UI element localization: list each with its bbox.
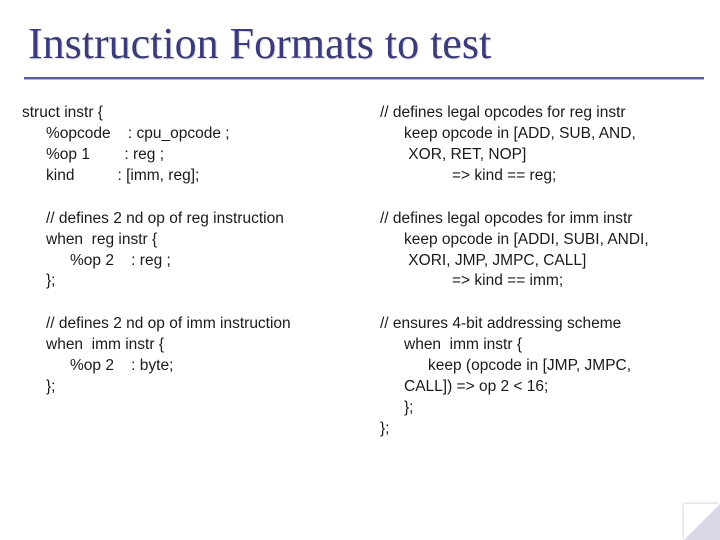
- left-column: struct instr { %opcode : cpu_opcode ; %o…: [22, 103, 340, 462]
- code-line: // defines 2 nd op of imm instruction: [22, 314, 340, 335]
- code-line: CALL]) => op 2 < 16;: [380, 377, 698, 398]
- code-line: %opcode : cpu_opcode ;: [22, 124, 340, 145]
- code-line: when imm instr {: [380, 335, 698, 356]
- slide-title: Instruction Formats to test: [0, 0, 720, 77]
- content-area: struct instr { %opcode : cpu_opcode ; %o…: [0, 79, 720, 462]
- code-line: => kind == imm;: [380, 271, 698, 292]
- code-line: keep opcode in [ADD, SUB, AND,: [380, 124, 698, 145]
- right-column: // defines legal opcodes for reg instr k…: [380, 103, 698, 462]
- code-block-struct: struct instr { %opcode : cpu_opcode ; %o…: [22, 103, 340, 187]
- code-line: %op 1 : reg ;: [22, 145, 340, 166]
- code-block-reg-op: // defines 2 nd op of reg instruction wh…: [22, 209, 340, 293]
- code-block-imm-opcodes: // defines legal opcodes for imm instr k…: [380, 209, 698, 293]
- code-line: XORI, JMP, JMPC, CALL]: [380, 251, 698, 272]
- code-block-reg-opcodes: // defines legal opcodes for reg instr k…: [380, 103, 698, 187]
- code-block-addressing: // ensures 4-bit addressing scheme when …: [380, 314, 698, 440]
- code-line: struct instr {: [22, 103, 340, 124]
- code-line: // defines 2 nd op of reg instruction: [22, 209, 340, 230]
- code-line: when imm instr {: [22, 335, 340, 356]
- code-line: => kind == reg;: [380, 166, 698, 187]
- code-line: kind : [imm, reg];: [22, 166, 340, 187]
- code-line: %op 2 : reg ;: [22, 251, 340, 272]
- code-line: // defines legal opcodes for reg instr: [380, 103, 698, 124]
- code-block-imm-op: // defines 2 nd op of imm instruction wh…: [22, 314, 340, 398]
- code-line: XOR, RET, NOP]: [380, 145, 698, 166]
- code-line: keep (opcode in [JMP, JMPC,: [380, 356, 698, 377]
- code-line: // defines legal opcodes for imm instr: [380, 209, 698, 230]
- code-line: when reg instr {: [22, 230, 340, 251]
- code-line: };: [380, 419, 698, 440]
- code-line: %op 2 : byte;: [22, 356, 340, 377]
- code-line: // ensures 4-bit addressing scheme: [380, 314, 698, 335]
- page-curl-icon: [684, 504, 720, 540]
- code-line: };: [380, 398, 698, 419]
- code-line: };: [22, 377, 340, 398]
- code-line: keep opcode in [ADDI, SUBI, ANDI,: [380, 230, 698, 251]
- code-line: };: [22, 271, 340, 292]
